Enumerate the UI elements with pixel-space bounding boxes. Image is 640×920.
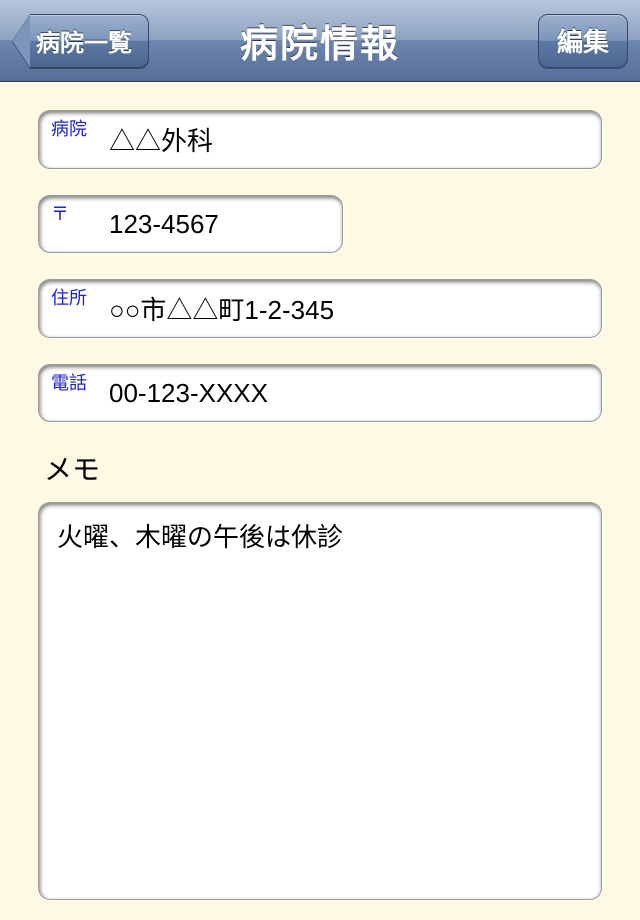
phone-value: 00-123-XXXX	[109, 378, 268, 409]
hospital-field: 病院 △△外科	[38, 110, 602, 169]
memo-heading: メモ	[44, 448, 602, 488]
hospital-value: △△外科	[109, 121, 213, 158]
edit-button-label: 編集	[557, 22, 609, 59]
postal-field: 〒 123-4567	[38, 195, 343, 253]
back-button[interactable]: 病院一覧	[12, 14, 149, 68]
memo-body: 火曜、木曜の午後は休診	[57, 522, 343, 552]
memo-box: 火曜、木曜の午後は休診	[38, 502, 602, 900]
hospital-label: 病院	[51, 115, 87, 141]
phone-label: 電話	[51, 369, 87, 395]
address-value: ○○市△△町1-2-345	[109, 290, 334, 327]
postal-value: 123-4567	[109, 209, 219, 240]
navbar: 病院一覧 病院情報 編集	[0, 0, 640, 82]
back-button-label: 病院一覧	[30, 14, 149, 68]
page-title: 病院情報	[240, 13, 400, 68]
address-field: 住所 ○○市△△町1-2-345	[38, 279, 602, 338]
address-label: 住所	[51, 284, 87, 310]
edit-button[interactable]: 編集	[538, 14, 628, 68]
postal-label: 〒	[51, 200, 69, 226]
content-area: 病院 △△外科 〒 123-4567 住所 ○○市△△町1-2-345 電話 0…	[0, 82, 640, 920]
phone-field: 電話 00-123-XXXX	[38, 364, 602, 422]
back-arrow-icon	[12, 14, 30, 68]
